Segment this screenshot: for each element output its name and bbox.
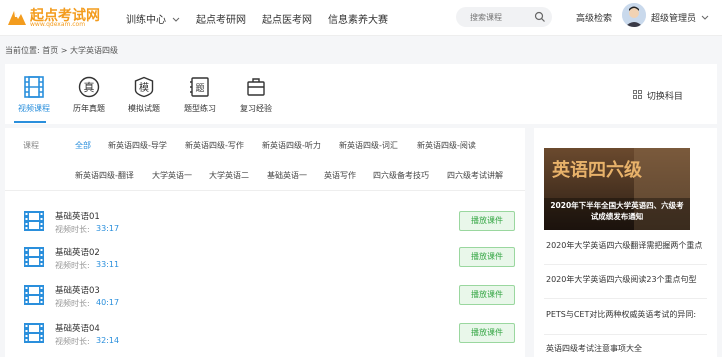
news-divider bbox=[544, 334, 707, 335]
tab-review-tips-label: 复习经验 bbox=[240, 104, 272, 113]
user-avatar-icon bbox=[622, 3, 646, 27]
search-box bbox=[456, 7, 552, 27]
filter-english-writing[interactable]: 英语写作 bbox=[324, 170, 356, 181]
film-icon bbox=[24, 211, 44, 231]
search-input[interactable] bbox=[456, 7, 532, 27]
filter-translation[interactable]: 新英语四级-翻译 bbox=[75, 170, 134, 181]
film-icon bbox=[24, 285, 44, 305]
news-banner[interactable]: 英语四六级 2020年下半年全国大学英语四、六级考试成绩发布通知 bbox=[544, 148, 690, 230]
logo-url: www.qdexam.com bbox=[30, 21, 86, 28]
switch-subject-label: 切换科目 bbox=[646, 92, 683, 102]
film-icon bbox=[24, 247, 44, 267]
grid-switch-icon bbox=[633, 90, 642, 99]
course-row: 基础英语04 视频时长: 32:14 播放课件 bbox=[21, 318, 521, 352]
course-title[interactable]: 基础英语03 bbox=[55, 284, 100, 296]
duration-value: 40:17 bbox=[96, 298, 120, 307]
tab-mock-exams[interactable]: 模 模拟试题 bbox=[119, 76, 169, 120]
play-courseware-button[interactable]: 播放课件 bbox=[459, 247, 515, 267]
filter-exam-explanation[interactable]: 四六级考试讲解 bbox=[447, 170, 503, 181]
tab-video-courses[interactable]: 视频课程 bbox=[9, 76, 59, 120]
news-divider bbox=[544, 264, 707, 265]
news-item[interactable]: 2020年大学英语四六级翻译需把握两个重点 bbox=[546, 240, 704, 251]
news-divider bbox=[544, 298, 707, 299]
search-icon[interactable] bbox=[534, 11, 546, 23]
play-courseware-button[interactable]: 播放课件 bbox=[459, 323, 515, 343]
svg-text:题: 题 bbox=[195, 83, 204, 94]
avatar[interactable] bbox=[622, 3, 646, 27]
duration-label: 视频时长: bbox=[55, 299, 90, 308]
filter-writing[interactable]: 新英语四级-写作 bbox=[185, 140, 244, 151]
site-logo[interactable]: 起点考试网 www.qdexam.com bbox=[6, 5, 106, 31]
duration-label: 视频时长: bbox=[55, 261, 90, 270]
course-title[interactable]: 基础英语01 bbox=[55, 210, 100, 222]
filter-basic-english-1[interactable]: 基础英语一 bbox=[267, 170, 307, 181]
filter-exam-tips[interactable]: 四六级备考技巧 bbox=[373, 170, 429, 181]
filter-reading[interactable]: 新英语四级-阅读 bbox=[417, 140, 476, 151]
course-title[interactable]: 基础英语02 bbox=[55, 246, 100, 258]
film-icon bbox=[24, 323, 44, 343]
briefcase-icon bbox=[247, 78, 265, 96]
news-banner-caption: 2020年下半年全国大学英语四、六级考试成绩发布通知 bbox=[550, 201, 684, 221]
nav-qidian-yikao[interactable]: 起点医考网 bbox=[262, 11, 312, 26]
user-menu[interactable]: 超级管理员 bbox=[651, 11, 709, 24]
top-header: 起点考试网 www.qdexam.com 训练中心 起点考研网 起点医考网 信息… bbox=[0, 0, 722, 36]
tab-review-tips[interactable]: 复习经验 bbox=[231, 76, 281, 120]
news-item[interactable]: 2020年大学英语四六级阅读23个重点句型 bbox=[546, 274, 704, 285]
duration-value: 32:14 bbox=[96, 336, 120, 345]
mo-badge-icon: 模 bbox=[134, 76, 154, 98]
breadcrumb: 当前位置: 首页 > 大学英语四级 bbox=[5, 46, 119, 55]
course-title[interactable]: 基础英语04 bbox=[55, 322, 100, 334]
course-row: 基础英语01 视频时长: 33:17 播放课件 bbox=[21, 206, 521, 240]
svg-text:模: 模 bbox=[139, 82, 149, 94]
zhen-badge-icon: 真 bbox=[78, 76, 100, 98]
filter-vocabulary[interactable]: 新英语四级-词汇 bbox=[339, 140, 398, 151]
nav-training-center[interactable]: 训练中心 bbox=[126, 11, 180, 26]
play-courseware-button[interactable]: 播放课件 bbox=[459, 285, 515, 305]
course-row: 基础英语02 视频时长: 33:11 播放课件 bbox=[21, 242, 521, 276]
duration-label: 视频时长: bbox=[55, 225, 90, 234]
chevron-down-icon bbox=[172, 17, 180, 22]
switch-subject-button[interactable]: 切换科目 bbox=[633, 89, 683, 102]
category-label: 课程 bbox=[23, 141, 39, 150]
advanced-search-link[interactable]: 高级检索 bbox=[576, 11, 612, 24]
duration-value: 33:11 bbox=[96, 260, 120, 269]
news-panel: 英语四六级 2020年下半年全国大学英语四、六级考试成绩发布通知 2020年大学… bbox=[534, 128, 717, 357]
banner-headline: 英语四六级 bbox=[551, 159, 643, 181]
tab-question-practice[interactable]: 题 题型练习 bbox=[175, 76, 225, 120]
nav-qidian-kaoyan[interactable]: 起点考研网 bbox=[196, 11, 246, 26]
play-courseware-button[interactable]: 播放课件 bbox=[459, 211, 515, 231]
filter-intro[interactable]: 新英语四级-导学 bbox=[108, 140, 167, 151]
news-item[interactable]: PETS与CET对比两种权威英语考试的异同: bbox=[546, 309, 704, 320]
filter-college-english-1[interactable]: 大学英语一 bbox=[152, 170, 192, 181]
tab-past-exams[interactable]: 真 历年真题 bbox=[64, 76, 114, 120]
chevron-down-icon bbox=[701, 15, 709, 20]
filter-listening[interactable]: 新英语四级-听力 bbox=[262, 140, 321, 151]
question-type-icon: 题 bbox=[190, 77, 209, 97]
nav-info-literacy[interactable]: 信息素养大赛 bbox=[328, 11, 388, 26]
logo-mark-icon bbox=[8, 11, 26, 25]
svg-text:真: 真 bbox=[84, 80, 95, 94]
duration-label: 视频时长: bbox=[55, 337, 90, 346]
nav-training-center-label: 训练中心 bbox=[126, 15, 166, 26]
duration-value: 33:17 bbox=[96, 224, 120, 233]
active-tab-indicator bbox=[14, 121, 46, 123]
filter-college-english-2[interactable]: 大学英语二 bbox=[209, 170, 249, 181]
film-icon bbox=[24, 76, 44, 98]
news-item[interactable]: 英语四级考试注意事项大全 bbox=[546, 343, 704, 354]
username: 超级管理员 bbox=[651, 14, 697, 24]
section-tabs-panel: 视频课程 真 历年真题 模 模拟试题 题 题型练习 复习经验 切换科目 bbox=[5, 64, 717, 124]
course-list-panel: 课程 全部 新英语四级-导学 新英语四级-写作 新英语四级-听力 新英语四级-词… bbox=[5, 128, 525, 357]
course-row: 基础英语03 视频时长: 40:17 播放课件 bbox=[21, 280, 521, 314]
filter-all[interactable]: 全部 bbox=[75, 140, 91, 151]
filter-divider bbox=[5, 190, 525, 191]
